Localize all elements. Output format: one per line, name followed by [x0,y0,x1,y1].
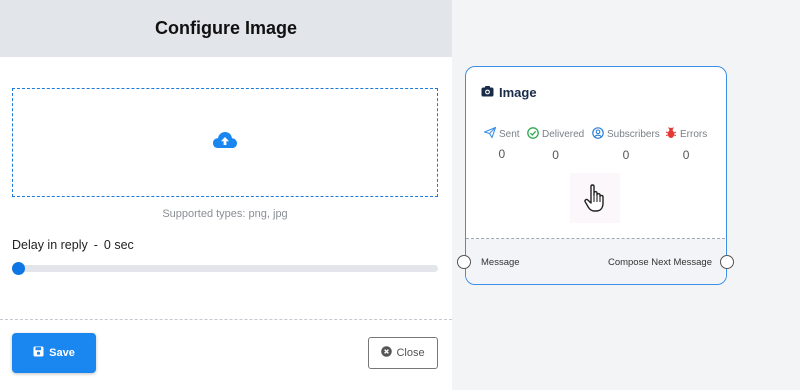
input-port[interactable] [457,255,471,269]
footer-divider [0,319,452,320]
stat-sent-value: 0 [498,147,506,161]
stat-delivered-value: 0 [552,148,559,162]
stat-subscribers-value: 0 [622,148,630,162]
delay-separator: - [93,238,98,252]
cloud-upload-icon [212,130,238,155]
panel-header: Configure Image [0,0,452,57]
stat-subscribers-label: Subscribers [607,129,660,140]
stat-subscribers: Subscribers 0 [592,127,660,162]
node-title: Image [481,85,537,100]
delay-value: 0 sec [103,238,134,252]
stat-delivered-label: Delivered [542,129,585,140]
image-node-card[interactable]: Image Sent 0 Delivered 0 Subscribers 0 E… [465,66,727,285]
panel-title: Configure Image [154,18,297,38]
node-title-text: Image [499,85,537,100]
save-button[interactable]: Save [12,333,96,373]
slider-track [12,265,438,272]
port-label-compose-next: Compose Next Message [607,257,712,268]
bug-icon [665,127,677,142]
stat-delivered: Delivered 0 [527,127,584,162]
floppy-disk-icon [33,346,44,360]
node-footer: Message Compose Next Message [466,239,725,284]
image-upload-dropzone[interactable] [12,88,438,197]
save-label: Save [49,347,75,359]
user-circle-icon [592,127,604,142]
close-button[interactable]: Close [368,337,438,369]
stat-errors-value: 0 [682,148,690,162]
stat-errors: Errors 0 [665,127,707,162]
supported-types-text: Supported types: png, jpg [162,208,288,220]
slider-thumb[interactable] [12,262,25,275]
app-root: Configure Image Supported types: png, jp… [0,0,800,390]
delay-label: Delay in reply [12,238,88,252]
close-label: Close [396,347,425,359]
delay-row: Delay in reply - 0 sec [12,238,134,252]
stat-sent: Sent 0 [482,126,520,161]
configure-panel: Configure Image Supported types: png, jp… [0,0,452,390]
hand-pointer-icon [570,173,620,223]
delay-slider[interactable] [12,261,438,275]
camera-icon [481,85,494,100]
output-port[interactable] [720,255,734,269]
close-circle-icon [381,346,393,360]
paper-plane-icon [482,126,497,141]
port-label-message: Message [481,257,520,268]
check-circle-icon [527,127,539,142]
stat-sent-label: Sent [499,128,520,140]
stat-errors-label: Errors [680,129,708,140]
